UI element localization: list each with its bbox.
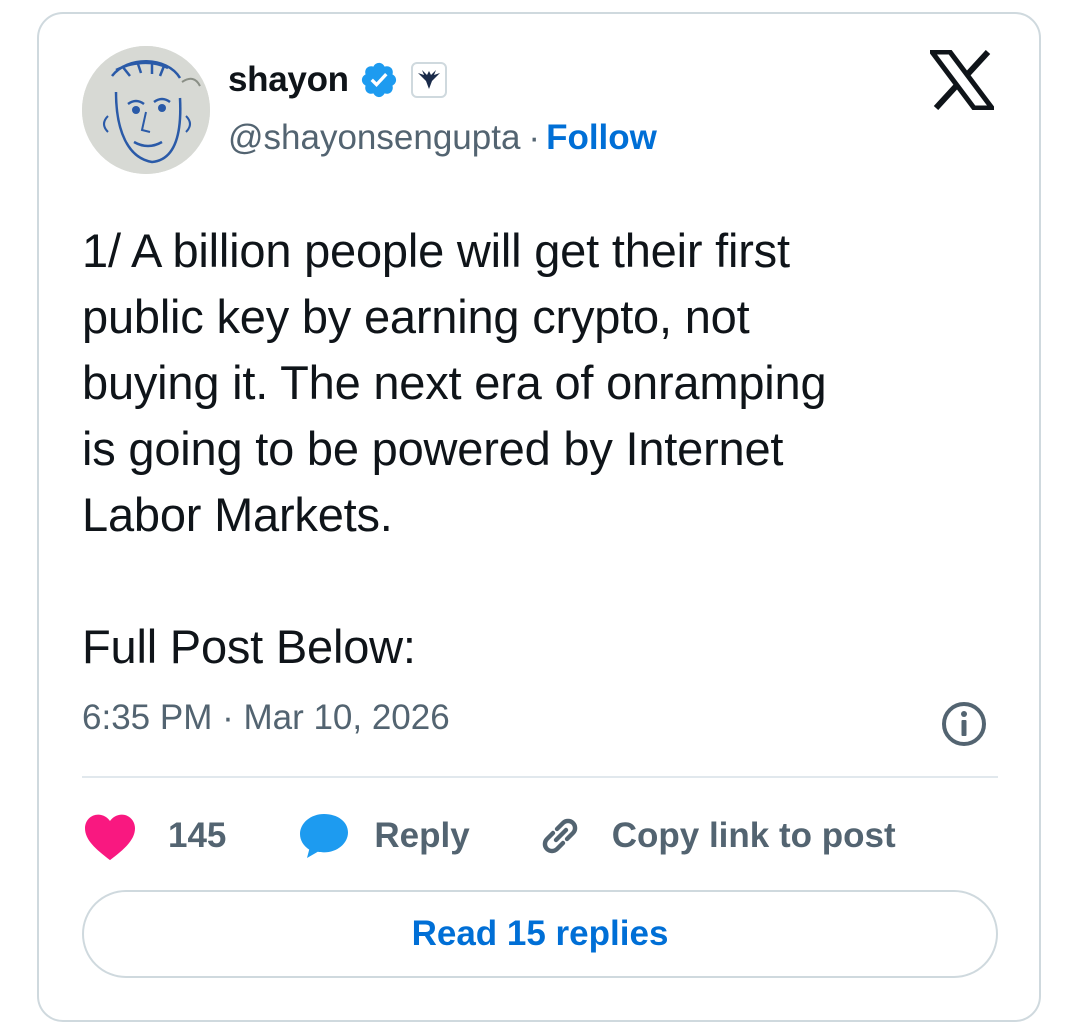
author-handle-row: @shayonsengupta · Follow (228, 118, 657, 158)
like-count: 145 (168, 816, 227, 855)
reply-button[interactable]: Reply (298, 812, 470, 860)
affiliation-badge[interactable] (410, 62, 447, 98)
follow-button[interactable]: Follow (546, 118, 657, 158)
verified-badge-icon (361, 62, 396, 98)
x-logo-icon[interactable] (930, 50, 994, 110)
reply-bubble-icon (300, 814, 349, 858)
copy-link-button[interactable]: Copy link to post (536, 812, 896, 860)
phoenix-affiliation-icon (417, 70, 440, 89)
read-replies-button[interactable]: Read 15 replies (82, 890, 998, 978)
avatar-sketch-image (82, 46, 210, 174)
avatar[interactable] (82, 46, 210, 174)
tweet-actions: 145 Reply Copy link to post (82, 806, 896, 866)
author-name[interactable]: shayon (228, 60, 349, 100)
tweet-text: 1/ A billion people will get their first… (82, 224, 827, 673)
heart-icon (85, 814, 135, 861)
info-icon[interactable] (940, 700, 988, 748)
like-button[interactable]: 145 (82, 811, 226, 861)
reply-label: Reply (374, 816, 470, 855)
tweet-timestamp[interactable]: 6:35 PM · Mar 10, 2026 (82, 698, 450, 738)
handle-separator: · (528, 118, 541, 157)
copy-link-label: Copy link to post (611, 816, 896, 855)
author-name-row: shayon (228, 60, 447, 100)
divider (82, 776, 998, 778)
link-icon (542, 818, 577, 854)
author-handle[interactable]: @shayonsengupta (228, 118, 520, 158)
